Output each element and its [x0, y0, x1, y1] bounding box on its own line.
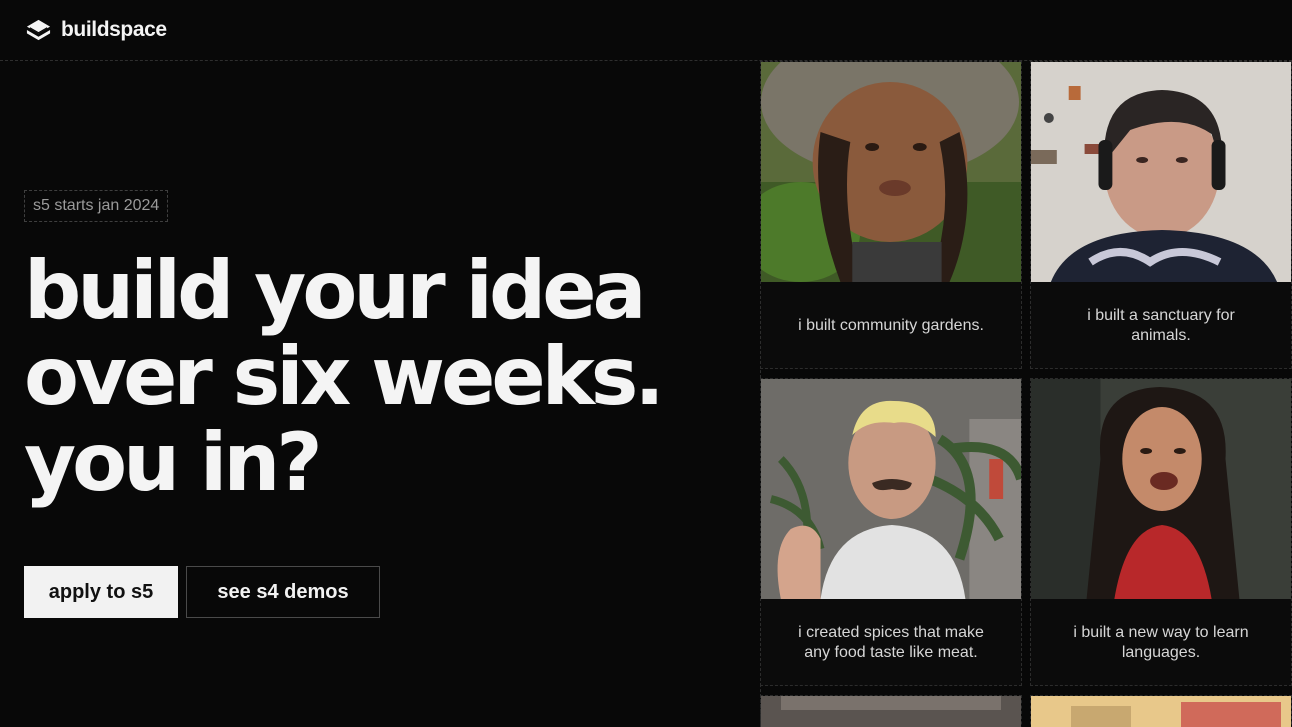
- video-caption: i built a sanctuary for animals.: [1087, 307, 1235, 344]
- hero-headline: build your idea over six weeks. you in?: [24, 248, 744, 506]
- video-card-partial[interactable]: [1030, 695, 1292, 727]
- season-badge: s5 starts jan 2024: [24, 190, 169, 222]
- apply-button[interactable]: apply to s5: [24, 566, 178, 618]
- brand-logo[interactable]: buildspace: [24, 16, 167, 43]
- see-demos-button[interactable]: see s4 demos: [186, 566, 380, 618]
- headline-line: build your idea: [24, 244, 646, 337]
- video-thumbnail: [761, 696, 1021, 727]
- video-thumbnail[interactable]: [761, 62, 1021, 282]
- top-nav: buildspace: [0, 0, 1292, 61]
- buildspace-logo-icon: [26, 19, 51, 41]
- video-thumbnail[interactable]: [761, 379, 1021, 599]
- headline-line: over six weeks.: [24, 330, 665, 423]
- video-thumbnail[interactable]: [1031, 379, 1291, 599]
- video-card[interactable]: i built community gardens.: [760, 61, 1022, 369]
- video-thumbnail: [1031, 696, 1291, 727]
- video-testimonial-grid: i built community gardens. i built a san…: [760, 61, 1292, 727]
- video-card[interactable]: i built a sanctuary for animals.: [1030, 61, 1292, 369]
- video-caption: i created spices that make any food tast…: [798, 624, 984, 661]
- video-caption: i built community gardens.: [798, 317, 984, 334]
- page: buildspace s5 starts jan 2024 build your…: [0, 0, 1292, 727]
- headline-line: you in?: [24, 416, 323, 509]
- video-thumbnail[interactable]: [1031, 62, 1291, 282]
- video-card-partial[interactable]: [760, 695, 1022, 727]
- brand-name: buildspace: [61, 17, 167, 41]
- video-card[interactable]: i built a new way to learn languages.: [1030, 378, 1292, 686]
- video-card[interactable]: i created spices that make any food tast…: [760, 378, 1022, 686]
- video-caption: i built a new way to learn languages.: [1073, 624, 1249, 661]
